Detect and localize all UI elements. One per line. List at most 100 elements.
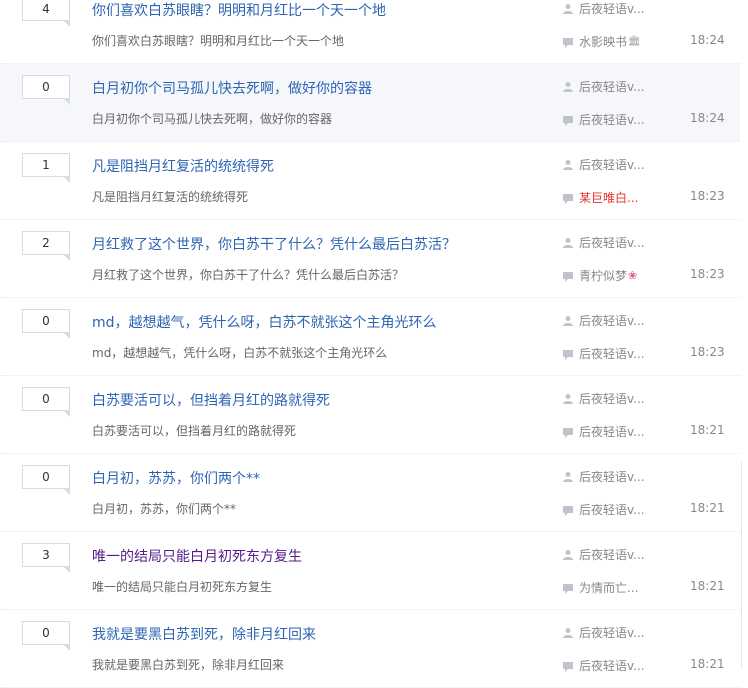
thread-author: 后夜轻语v... [562,234,645,251]
thread-row: 1 凡是阻挡月红复活的统统得死 凡是阻挡月红复活的统统得死 后夜轻语v... 某… [0,142,740,220]
flower-icon: ❀ [628,269,638,282]
author-name-link[interactable]: 后夜轻语v... [579,468,645,485]
comment-icon [563,505,573,516]
thread-title-link[interactable]: 你们喜欢白苏眼瞎？明明和月红比一个天一个地 [92,0,386,20]
author-name-link[interactable]: 后夜轻语v... [579,312,645,329]
last-reply-time: 18:23 [690,345,725,359]
person-icon [563,159,573,170]
comment-icon [563,115,573,126]
last-replier-name-link[interactable]: 后夜轻语v... [579,423,645,440]
author-name-link[interactable]: 后夜轻语v... [579,390,645,407]
last-reply-time: 18:21 [690,501,725,515]
last-replier-name-link[interactable]: 后夜轻语v... [579,345,645,362]
reply-count-badge: 0 [22,75,70,105]
person-icon [563,3,573,14]
thread-abstract: 月红救了这个世界，你白苏干了什么？凭什么最后白苏活？ [92,268,405,282]
person-icon [563,237,573,248]
last-replier-name-link[interactable]: 为情而亡... [579,579,638,596]
reply-count-badge: 4 [22,0,70,27]
author-name-link[interactable]: 后夜轻语v... [579,156,645,173]
thread-author: 后夜轻语v... [562,390,645,407]
person-icon [563,627,573,638]
thread-abstract: 你们喜欢白苏眼瞎？明明和月红比一个天一个地 [92,34,345,48]
last-reply-time: 18:24 [690,33,725,47]
thread-author: 后夜轻语v... [562,546,645,563]
reply-count-badge: 1 [22,153,70,183]
thread-title-link[interactable]: 白月初你个司马孤儿快去死啊，做好你的容器 [92,78,372,98]
last-reply-time: 18:24 [690,111,725,125]
thread-author: 后夜轻语v... [562,78,645,95]
comment-icon [563,271,573,282]
last-replier: 水影映书 🏛 [562,33,641,50]
author-name-link[interactable]: 后夜轻语v... [579,78,645,95]
last-replier-name-link[interactable]: 水影映书 [579,33,627,50]
thread-row: 0 白苏要活可以，但挡着月红的路就得死 白苏要活可以，但挡着月红的路就得死 后夜… [0,376,740,454]
last-reply-time: 18:21 [690,657,725,671]
last-replier: 后夜轻语v... [562,345,645,362]
comment-icon [563,427,573,438]
thread-row: 0 白月初你个司马孤儿快去死啊，做好你的容器 白月初你个司马孤儿快去死啊，做好你… [0,64,740,142]
author-name-link[interactable]: 后夜轻语v... [579,624,645,641]
person-icon [563,471,573,482]
thread-abstract: 我就是要黑白苏到死，除非月红回来 [92,658,285,672]
last-replier-name-link[interactable]: 某巨唯白... [579,189,638,206]
author-name-link[interactable]: 后夜轻语v... [579,234,645,251]
thread-list: 4 你们喜欢白苏眼瞎？明明和月红比一个天一个地 你们喜欢白苏眼瞎？明明和月红比一… [0,0,740,688]
last-replier-name-link[interactable]: 后夜轻语v... [579,501,645,518]
thread-title-link[interactable]: 白苏要活可以，但挡着月红的路就得死 [92,390,330,410]
thread-title-link[interactable]: 凡是阻挡月红复活的统统得死 [92,156,274,176]
comment-icon [563,583,573,594]
last-replier-name-link[interactable]: 后夜轻语v... [579,111,645,128]
reply-count-badge: 0 [22,387,70,417]
thread-author: 后夜轻语v... [562,0,645,17]
last-replier: 后夜轻语v... [562,501,645,518]
thread-abstract: 凡是阻挡月红复活的统统得死 [92,190,249,204]
author-name-link[interactable]: 后夜轻语v... [579,546,645,563]
last-replier: 某巨唯白... [562,189,638,206]
thread-row: 3 唯一的结局只能白月初死东方复生 唯一的结局只能白月初死东方复生 后夜轻语v.… [0,532,740,610]
thread-title-link[interactable]: md，越想越气，凭什么呀，白苏不就张这个主角光环么 [92,312,437,332]
thread-row: 0 md，越想越气，凭什么呀，白苏不就张这个主角光环么 md，越想越气，凭什么呀… [0,298,740,376]
last-replier: 后夜轻语v... [562,111,645,128]
thread-abstract: md，越想越气，凭什么呀，白苏不就张这个主角光环么 [92,346,388,360]
person-icon [563,81,573,92]
thread-author: 后夜轻语v... [562,624,645,641]
thread-row: 4 你们喜欢白苏眼瞎？明明和月红比一个天一个地 你们喜欢白苏眼瞎？明明和月红比一… [0,0,740,64]
divider [741,462,742,668]
thread-author: 后夜轻语v... [562,312,645,329]
comment-icon [563,193,573,204]
thread-author: 后夜轻语v... [562,468,645,485]
page-right-margin [741,0,748,668]
last-reply-time: 18:21 [690,423,725,437]
building-icon: 🏛 [628,36,641,47]
last-replier: 后夜轻语v... [562,657,645,674]
reply-count-badge: 3 [22,543,70,573]
last-replier-name-link[interactable]: 青柠似梦 [579,267,627,284]
author-name-link[interactable]: 后夜轻语v... [579,0,645,17]
person-icon [563,315,573,326]
person-icon [563,393,573,404]
person-icon [563,549,573,560]
thread-row: 0 白月初，苏苏，你们两个** 白月初，苏苏，你们两个** 后夜轻语v... 后… [0,454,740,532]
last-reply-time: 18:23 [690,189,725,203]
thread-title-link[interactable]: 我就是要黑白苏到死，除非月红回来 [92,624,316,644]
reply-count-badge: 0 [22,465,70,495]
last-replier: 青柠似梦 ❀ [562,267,637,284]
thread-abstract: 唯一的结局只能白月初死东方复生 [92,580,273,594]
comment-icon [563,37,573,48]
thread-title-link[interactable]: 唯一的结局只能白月初死东方复生 [92,546,302,566]
last-reply-time: 18:23 [690,267,725,281]
reply-count-badge: 2 [22,231,70,261]
thread-title-link[interactable]: 月红救了这个世界，你白苏干了什么？凭什么最后白苏活？ [92,234,456,254]
thread-abstract: 白月初，苏苏，你们两个** [92,502,237,516]
last-replier: 为情而亡... [562,579,638,596]
last-replier: 后夜轻语v... [562,423,645,440]
thread-abstract: 白月初你个司马孤儿快去死啊，做好你的容器 [92,112,333,126]
thread-row: 2 月红救了这个世界，你白苏干了什么？凭什么最后白苏活？ 月红救了这个世界，你白… [0,220,740,298]
thread-abstract: 白苏要活可以，但挡着月红的路就得死 [92,424,297,438]
reply-count-badge: 0 [22,621,70,651]
comment-icon [563,661,573,672]
last-replier-name-link[interactable]: 后夜轻语v... [579,657,645,674]
thread-row: 0 我就是要黑白苏到死，除非月红回来 我就是要黑白苏到死，除非月红回来 后夜轻语… [0,610,740,688]
thread-title-link[interactable]: 白月初，苏苏，你们两个** [92,468,260,488]
